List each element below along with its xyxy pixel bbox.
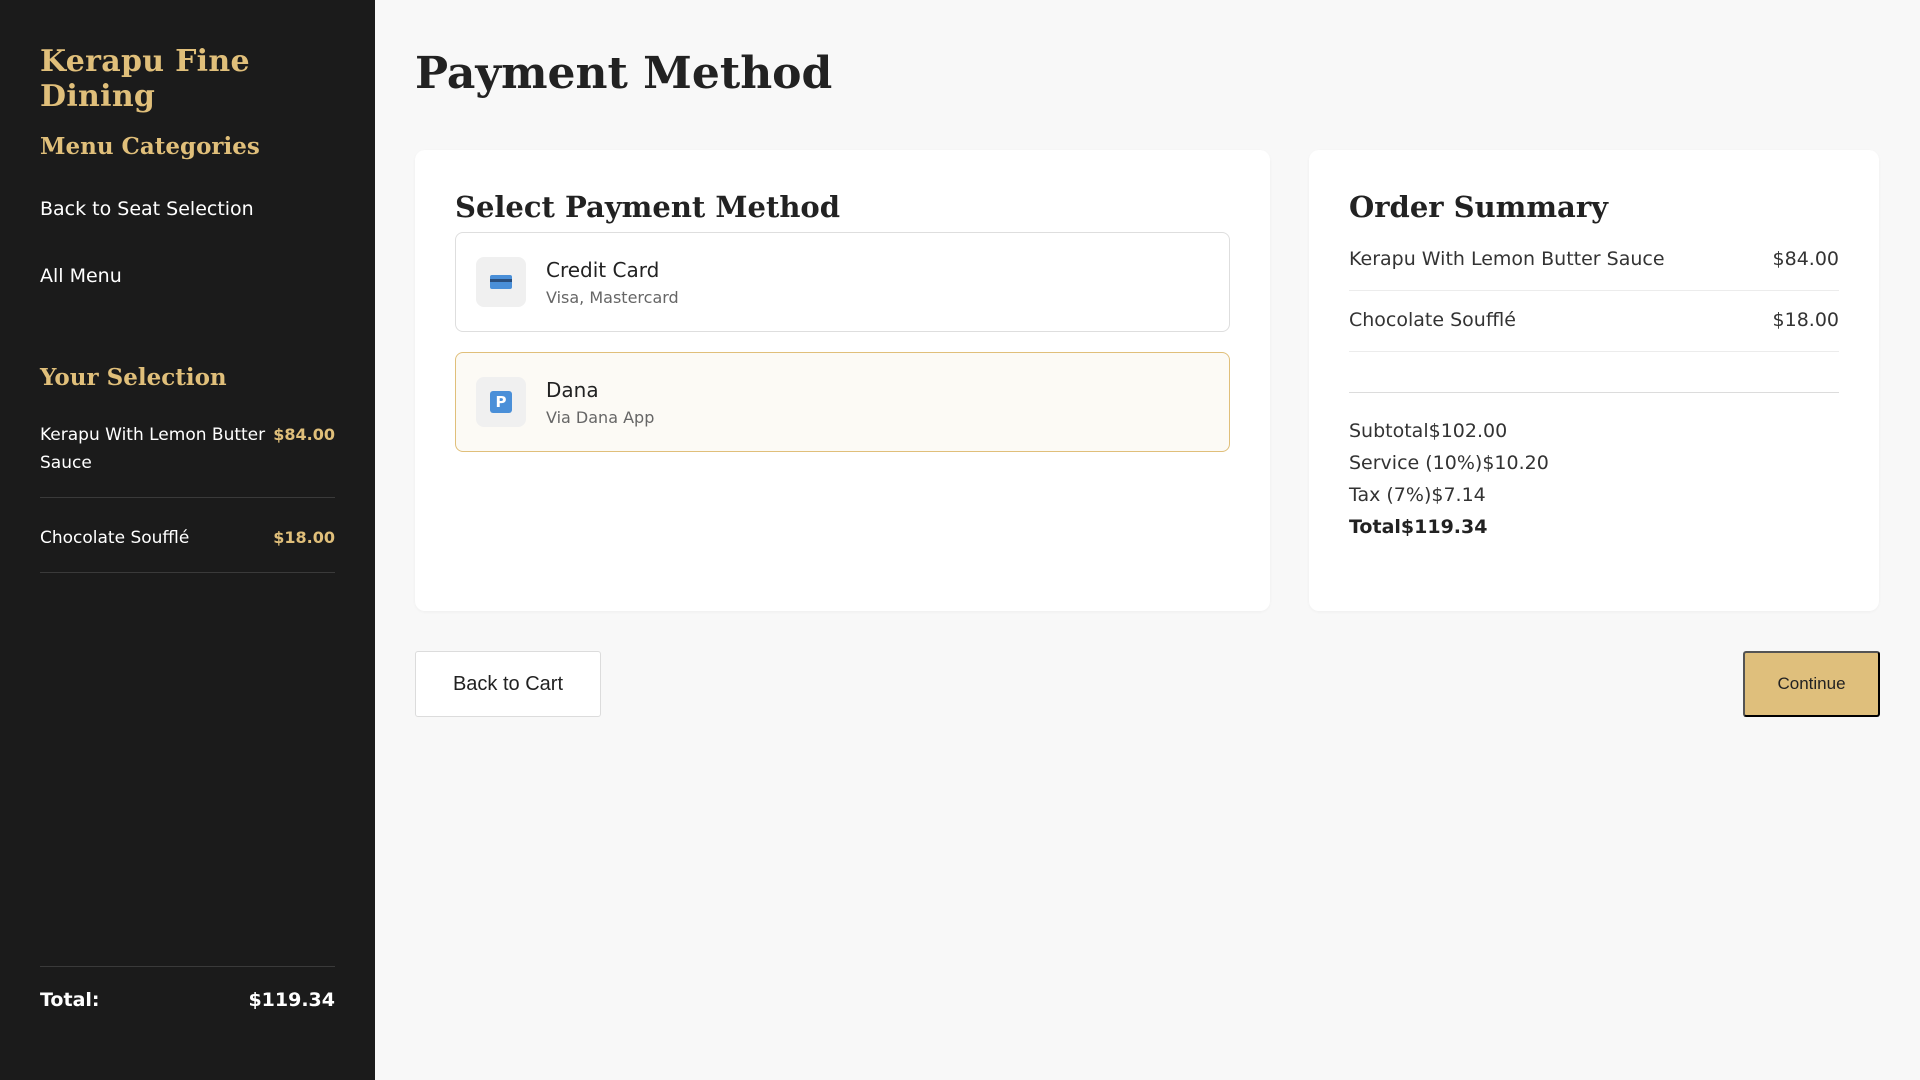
summary-item-price: $84.00 [1772, 248, 1839, 270]
page-title: Payment Method [415, 48, 833, 99]
your-selection-heading: Your Selection [40, 364, 227, 391]
summary-divider [1349, 352, 1839, 393]
sidebar-total: Total: $119.34 [40, 966, 335, 1011]
tax-line: Tax (7%)$7.14 [1349, 484, 1486, 506]
payment-option-subtitle: Via Dana App [546, 407, 655, 427]
total-line: Total$119.34 [1349, 516, 1488, 538]
payment-method-card: Select Payment Method Credit Card Visa, … [415, 150, 1270, 611]
order-summary-heading: Order Summary [1349, 190, 1608, 224]
back-to-cart-button[interactable]: Back to Cart [415, 651, 601, 717]
subtotal-line: Subtotal$102.00 [1349, 420, 1508, 442]
back-to-seat-selection-link[interactable]: Back to Seat Selection [40, 198, 254, 220]
parking-p-icon: P [476, 377, 526, 427]
payment-option-credit-card[interactable]: Credit Card Visa, Mastercard [455, 232, 1230, 332]
payment-option-name: Dana [546, 377, 599, 402]
summary-item-name: Kerapu With Lemon Butter Sauce [1349, 248, 1665, 270]
credit-card-icon [476, 257, 526, 307]
payment-option-name: Credit Card [546, 257, 660, 282]
summary-item-name: Chocolate Soufflé [1349, 309, 1516, 331]
summary-item-row: Chocolate Soufflé $18.00 [1349, 291, 1839, 352]
sidebar: Kerapu Fine Dining Menu Categories Back … [0, 0, 375, 1080]
continue-button[interactable]: Continue [1743, 651, 1880, 717]
sidebar-total-value: $119.34 [248, 989, 335, 1011]
brand-title[interactable]: Kerapu Fine Dining [40, 44, 375, 114]
summary-totals: Subtotal$102.00 Service (10%)$10.20 Tax … [1349, 393, 1839, 543]
menu-categories-heading: Menu Categories [40, 133, 260, 160]
selection-item-name: Kerapu With Lemon Butter Sauce [40, 425, 266, 473]
selection-list: Kerapu With Lemon Butter Sauce $84.00 Ch… [40, 415, 335, 593]
payment-option-dana[interactable]: P Dana Via Dana App [455, 352, 1230, 452]
selection-item-price: $18.00 [273, 528, 335, 547]
service-line: Service (10%)$10.20 [1349, 452, 1549, 474]
selection-item: Chocolate Soufflé $18.00 [40, 518, 335, 573]
selection-item-price: $84.00 [273, 425, 335, 444]
selection-item: Kerapu With Lemon Butter Sauce $84.00 [40, 415, 335, 498]
order-summary-card: Order Summary Kerapu With Lemon Butter S… [1309, 150, 1879, 611]
all-menu-link[interactable]: All Menu [40, 265, 122, 287]
summary-item-row: Kerapu With Lemon Butter Sauce $84.00 [1349, 232, 1839, 291]
payment-method-heading: Select Payment Method [455, 190, 841, 224]
sidebar-total-label: Total: [40, 989, 100, 1011]
selection-item-name: Chocolate Soufflé [40, 528, 190, 548]
main-content: Payment Method Select Payment Method Cre… [375, 0, 1920, 1080]
payment-option-subtitle: Visa, Mastercard [546, 287, 679, 307]
summary-item-price: $18.00 [1772, 309, 1839, 331]
